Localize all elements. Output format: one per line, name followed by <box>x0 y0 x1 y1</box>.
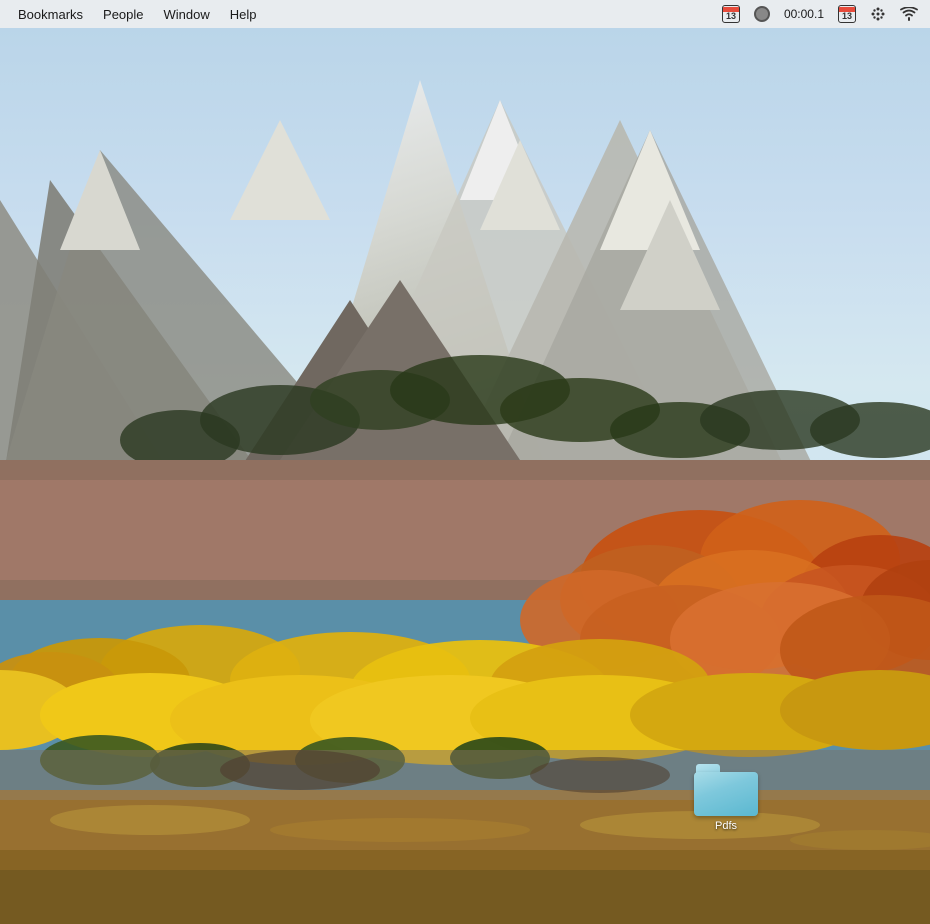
timer-display: 00:00.1 <box>784 7 824 21</box>
wifi-status-item[interactable] <box>896 5 922 23</box>
people-menu[interactable]: People <box>93 5 153 24</box>
menubar-right: 13 00:00.1 13 <box>718 3 922 25</box>
folder-body <box>694 772 758 816</box>
bookmarks-menu[interactable]: Bookmarks <box>8 5 93 24</box>
pdfs-folder[interactable]: Pdfs <box>690 760 762 836</box>
desktop-wallpaper <box>0 0 930 924</box>
calendar-date: 13 <box>726 12 736 21</box>
timer-status-item: 00:00.1 <box>780 5 828 23</box>
calendar-icon-2: 13 <box>838 5 856 23</box>
folder-icon <box>694 764 758 816</box>
calendar-icon: 13 <box>722 5 740 23</box>
calendar-date-2: 13 <box>842 12 852 21</box>
record-status-item[interactable] <box>750 4 774 24</box>
menubar: Bookmarks People Window Help 13 00:00.1 <box>0 0 930 28</box>
control-center-item[interactable] <box>866 4 890 24</box>
wifi-icon <box>900 7 918 21</box>
record-button <box>754 6 770 22</box>
help-menu[interactable]: Help <box>220 5 267 24</box>
desktop: Bookmarks People Window Help 13 00:00.1 <box>0 0 930 924</box>
folder-label: Pdfs <box>715 820 737 832</box>
calendar-status-item[interactable]: 13 <box>718 3 744 25</box>
menubar-left: Bookmarks People Window Help <box>8 5 267 24</box>
control-center-icon <box>870 6 886 22</box>
calendar-status-item-2[interactable]: 13 <box>834 3 860 25</box>
window-menu[interactable]: Window <box>154 5 220 24</box>
